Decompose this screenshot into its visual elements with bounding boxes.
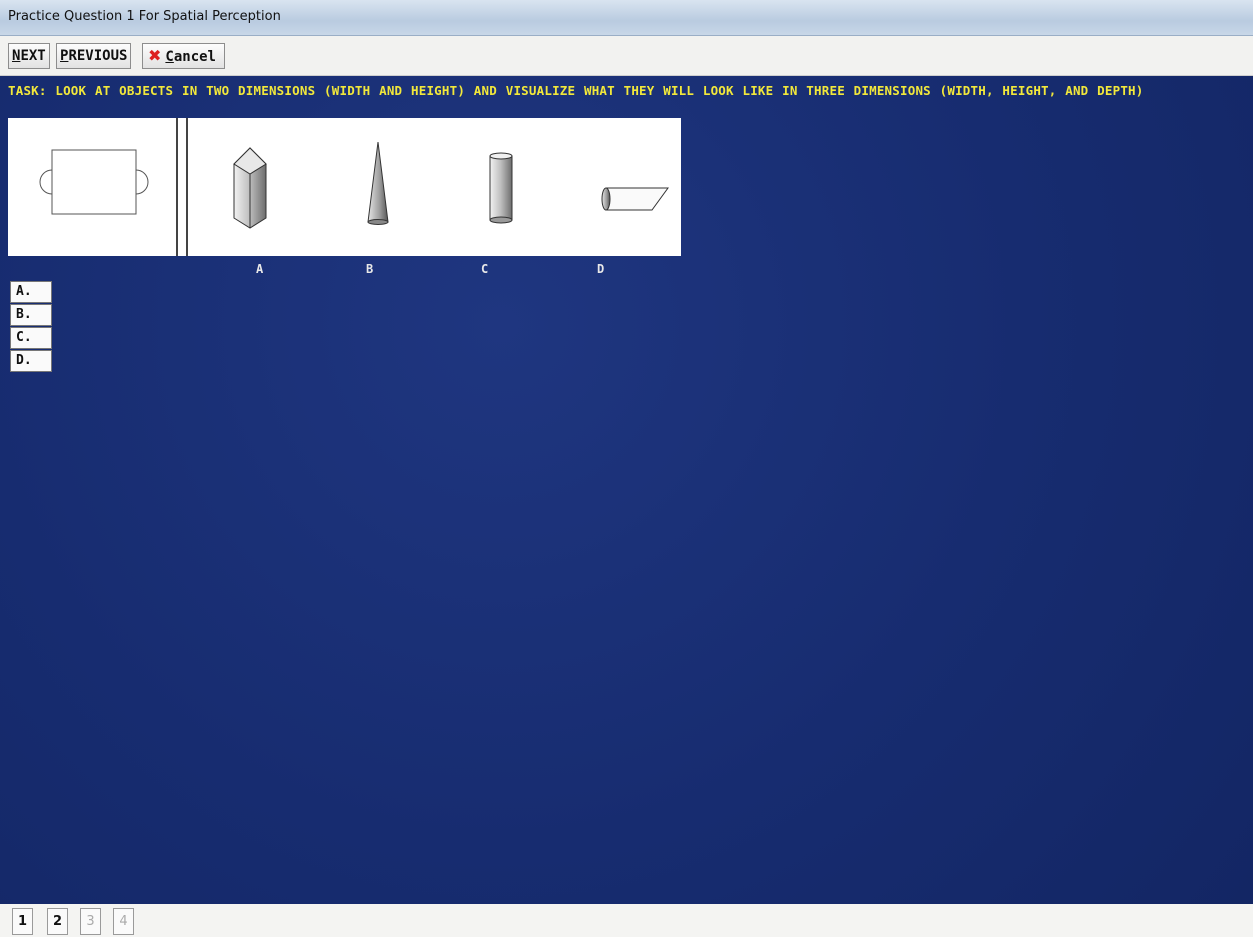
cancel-x-icon: ✖ (148, 46, 162, 65)
previous-button-label: REVIOUS (68, 48, 128, 64)
cancel-button-mnemonic: C (165, 49, 174, 65)
cancel-button-label: ancel (173, 49, 216, 65)
option-d-slanted-shape-icon (601, 187, 669, 211)
shapes-panel (8, 118, 681, 256)
panel-divider (186, 118, 188, 256)
previous-button[interactable]: PREVIOUS (56, 43, 132, 69)
page-button-4[interactable]: 4 (113, 908, 134, 935)
answer-button-b[interactable]: B. (10, 304, 52, 326)
next-button[interactable]: NEXT (8, 43, 50, 69)
page-navigation: 1 2 3 4 (0, 904, 1253, 937)
answer-button-d[interactable]: D. (10, 350, 52, 372)
choice-letter: B (366, 262, 374, 276)
window-title: Practice Question 1 For Spatial Percepti… (8, 9, 281, 24)
option-c-cylinder-icon (489, 152, 513, 224)
answer-button-a[interactable]: A. (10, 281, 52, 303)
choice-letter: A (256, 262, 264, 276)
choice-letter: C (481, 262, 489, 276)
cancel-button[interactable]: ✖ Cancel (142, 43, 225, 69)
task-instruction: TASK: LOOK AT OBJECTS IN TWO DIMENSIONS … (8, 83, 1144, 98)
flat-pattern-figure (39, 149, 149, 215)
choice-letter: D (597, 262, 605, 276)
next-button-label: EXT (20, 48, 46, 64)
window-titlebar: Practice Question 1 For Spatial Percepti… (0, 0, 1253, 36)
question-area: TASK: LOOK AT OBJECTS IN TWO DIMENSIONS … (0, 76, 1253, 904)
three-d-options (233, 141, 669, 229)
option-b-cone-icon (367, 141, 389, 225)
toolbar: NEXT PREVIOUS ✖ Cancel (0, 36, 1253, 76)
answer-button-c[interactable]: C. (10, 327, 52, 349)
page-button-3[interactable]: 3 (80, 908, 101, 935)
page-button-1[interactable]: 1 (12, 908, 33, 935)
page-button-2[interactable]: 2 (47, 908, 68, 935)
panel-divider (176, 118, 178, 256)
option-a-prism-icon (233, 147, 267, 229)
